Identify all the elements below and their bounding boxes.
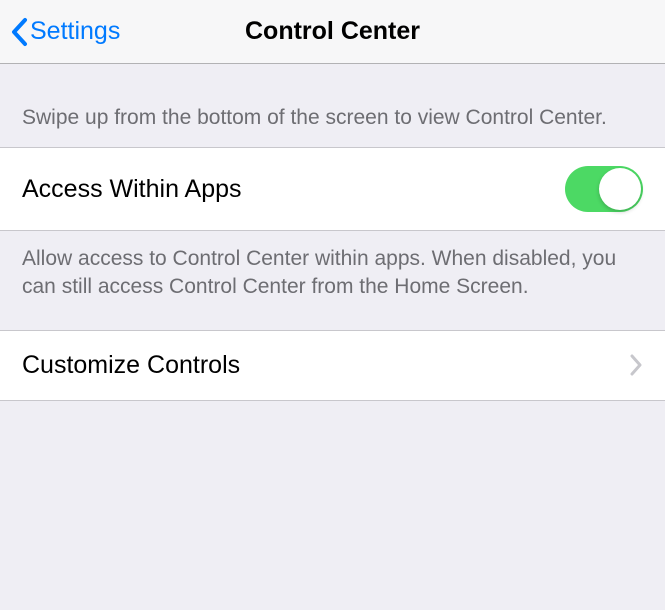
back-label: Settings xyxy=(30,17,120,46)
access-within-apps-toggle[interactable] xyxy=(565,166,643,212)
access-within-apps-cell: Access Within Apps xyxy=(0,147,665,231)
customize-controls-label: Customize Controls xyxy=(22,351,240,380)
back-button[interactable]: Settings xyxy=(10,17,120,47)
access-within-apps-label: Access Within Apps xyxy=(22,175,242,204)
access-within-apps-footer: Allow access to Control Center within ap… xyxy=(0,231,665,330)
customize-controls-cell[interactable]: Customize Controls xyxy=(0,330,665,401)
toggle-knob xyxy=(599,168,641,210)
page-title: Control Center xyxy=(245,17,420,46)
navigation-bar: Settings Control Center xyxy=(0,0,665,64)
chevron-right-icon xyxy=(629,353,643,377)
chevron-left-icon xyxy=(10,17,28,47)
intro-description: Swipe up from the bottom of the screen t… xyxy=(0,64,665,147)
